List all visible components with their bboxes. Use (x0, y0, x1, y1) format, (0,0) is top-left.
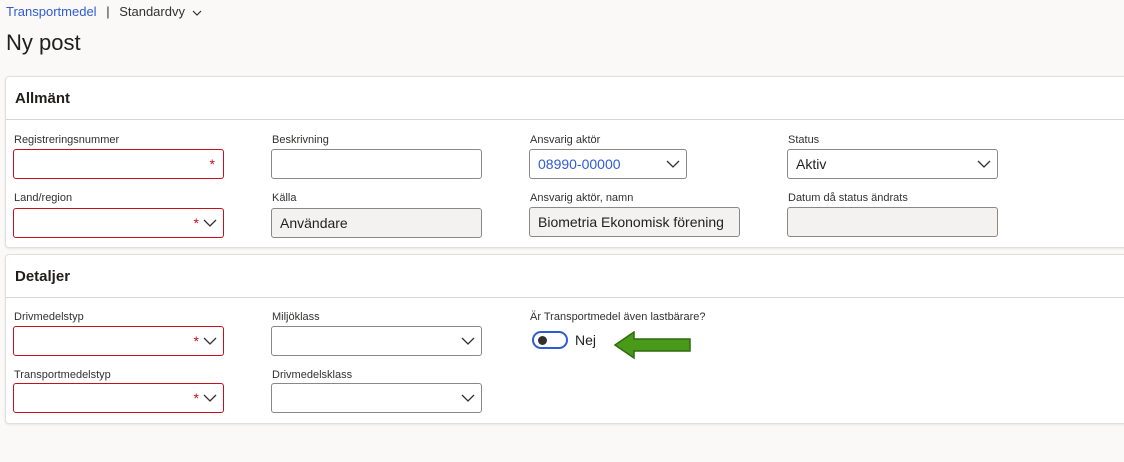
arrow-left-icon (614, 331, 691, 359)
breadcrumb-separator: | (106, 4, 110, 19)
ansvarig-aktor-namn-label: Ansvarig aktör, namn (530, 192, 634, 204)
drivmedelstyp-dropdown[interactable]: * (13, 326, 224, 356)
chevron-down-icon[interactable] (203, 334, 217, 348)
breadcrumb-module-link[interactable]: Transportmedel (6, 4, 97, 19)
chevron-down-icon (192, 10, 202, 16)
details-section-header[interactable]: Detaljer (6, 255, 1124, 298)
chevron-down-icon[interactable] (666, 157, 680, 171)
chevron-down-icon[interactable] (203, 391, 217, 405)
view-selector[interactable]: Standardvy (119, 4, 202, 19)
registreringsnummer-label: Registreringsnummer (14, 134, 120, 146)
status-label: Status (788, 134, 820, 146)
lastbarare-toggle-label: Nej (575, 332, 597, 348)
general-section-header[interactable]: Allmänt (6, 77, 1124, 120)
datum-status-label: Datum då status ändrats (788, 192, 908, 204)
drivmedelsklass-dropdown[interactable] (271, 383, 482, 413)
ansvarig-aktor-value: 08990-00000 (538, 156, 621, 172)
required-marker: * (209, 156, 215, 172)
chevron-down-icon[interactable] (461, 391, 475, 405)
ansvarig-aktor-dropdown[interactable]: 08990-00000 (529, 149, 687, 179)
details-section-title: Detaljer (15, 268, 71, 285)
land-region-label: Land/region (14, 192, 73, 204)
land-region-dropdown[interactable]: * (13, 208, 224, 238)
kalla-field: Användare (271, 208, 482, 238)
required-marker: * (193, 390, 199, 406)
chevron-down-icon[interactable] (977, 157, 991, 171)
toggle-knob (538, 336, 547, 345)
required-marker: * (193, 333, 199, 349)
page-title: Ny post (6, 30, 81, 55)
breadcrumb: Transportmedel | Standardvy (6, 4, 202, 19)
transportmedelstyp-label: Transportmedelstyp (14, 369, 111, 381)
ansvarig-aktor-label: Ansvarig aktör (530, 134, 601, 146)
registreringsnummer-input[interactable]: * (13, 149, 224, 179)
beskrivning-input[interactable] (271, 149, 482, 179)
drivmedelsklass-label: Drivmedelsklass (272, 369, 353, 381)
lastbarare-label: Är Transportmedel även lastbärare? (530, 311, 706, 323)
chevron-down-icon[interactable] (203, 216, 217, 230)
required-marker: * (193, 215, 199, 231)
kalla-value: Användare (280, 215, 348, 231)
view-selector-label: Standardvy (119, 4, 185, 19)
drivmedelstyp-label: Drivmedelstyp (14, 311, 84, 323)
transportmedelstyp-dropdown[interactable]: * (13, 383, 224, 413)
status-dropdown[interactable]: Aktiv (787, 149, 998, 179)
datum-status-field (787, 207, 998, 237)
ansvarig-aktor-namn-field: Biometria Ekonomisk förening (529, 207, 740, 237)
lastbarare-toggle-group: Nej (532, 331, 596, 349)
beskrivning-label: Beskrivning (272, 134, 329, 146)
miljoklass-dropdown[interactable] (271, 326, 482, 356)
chevron-down-icon[interactable] (461, 334, 475, 348)
status-value: Aktiv (796, 156, 827, 172)
ansvarig-aktor-namn-value: Biometria Ekonomisk förening (538, 214, 724, 230)
kalla-label: Källa (272, 192, 297, 204)
lastbarare-toggle[interactable] (532, 331, 568, 349)
general-section-title: Allmänt (15, 90, 71, 107)
miljoklass-label: Miljöklass (272, 311, 320, 323)
